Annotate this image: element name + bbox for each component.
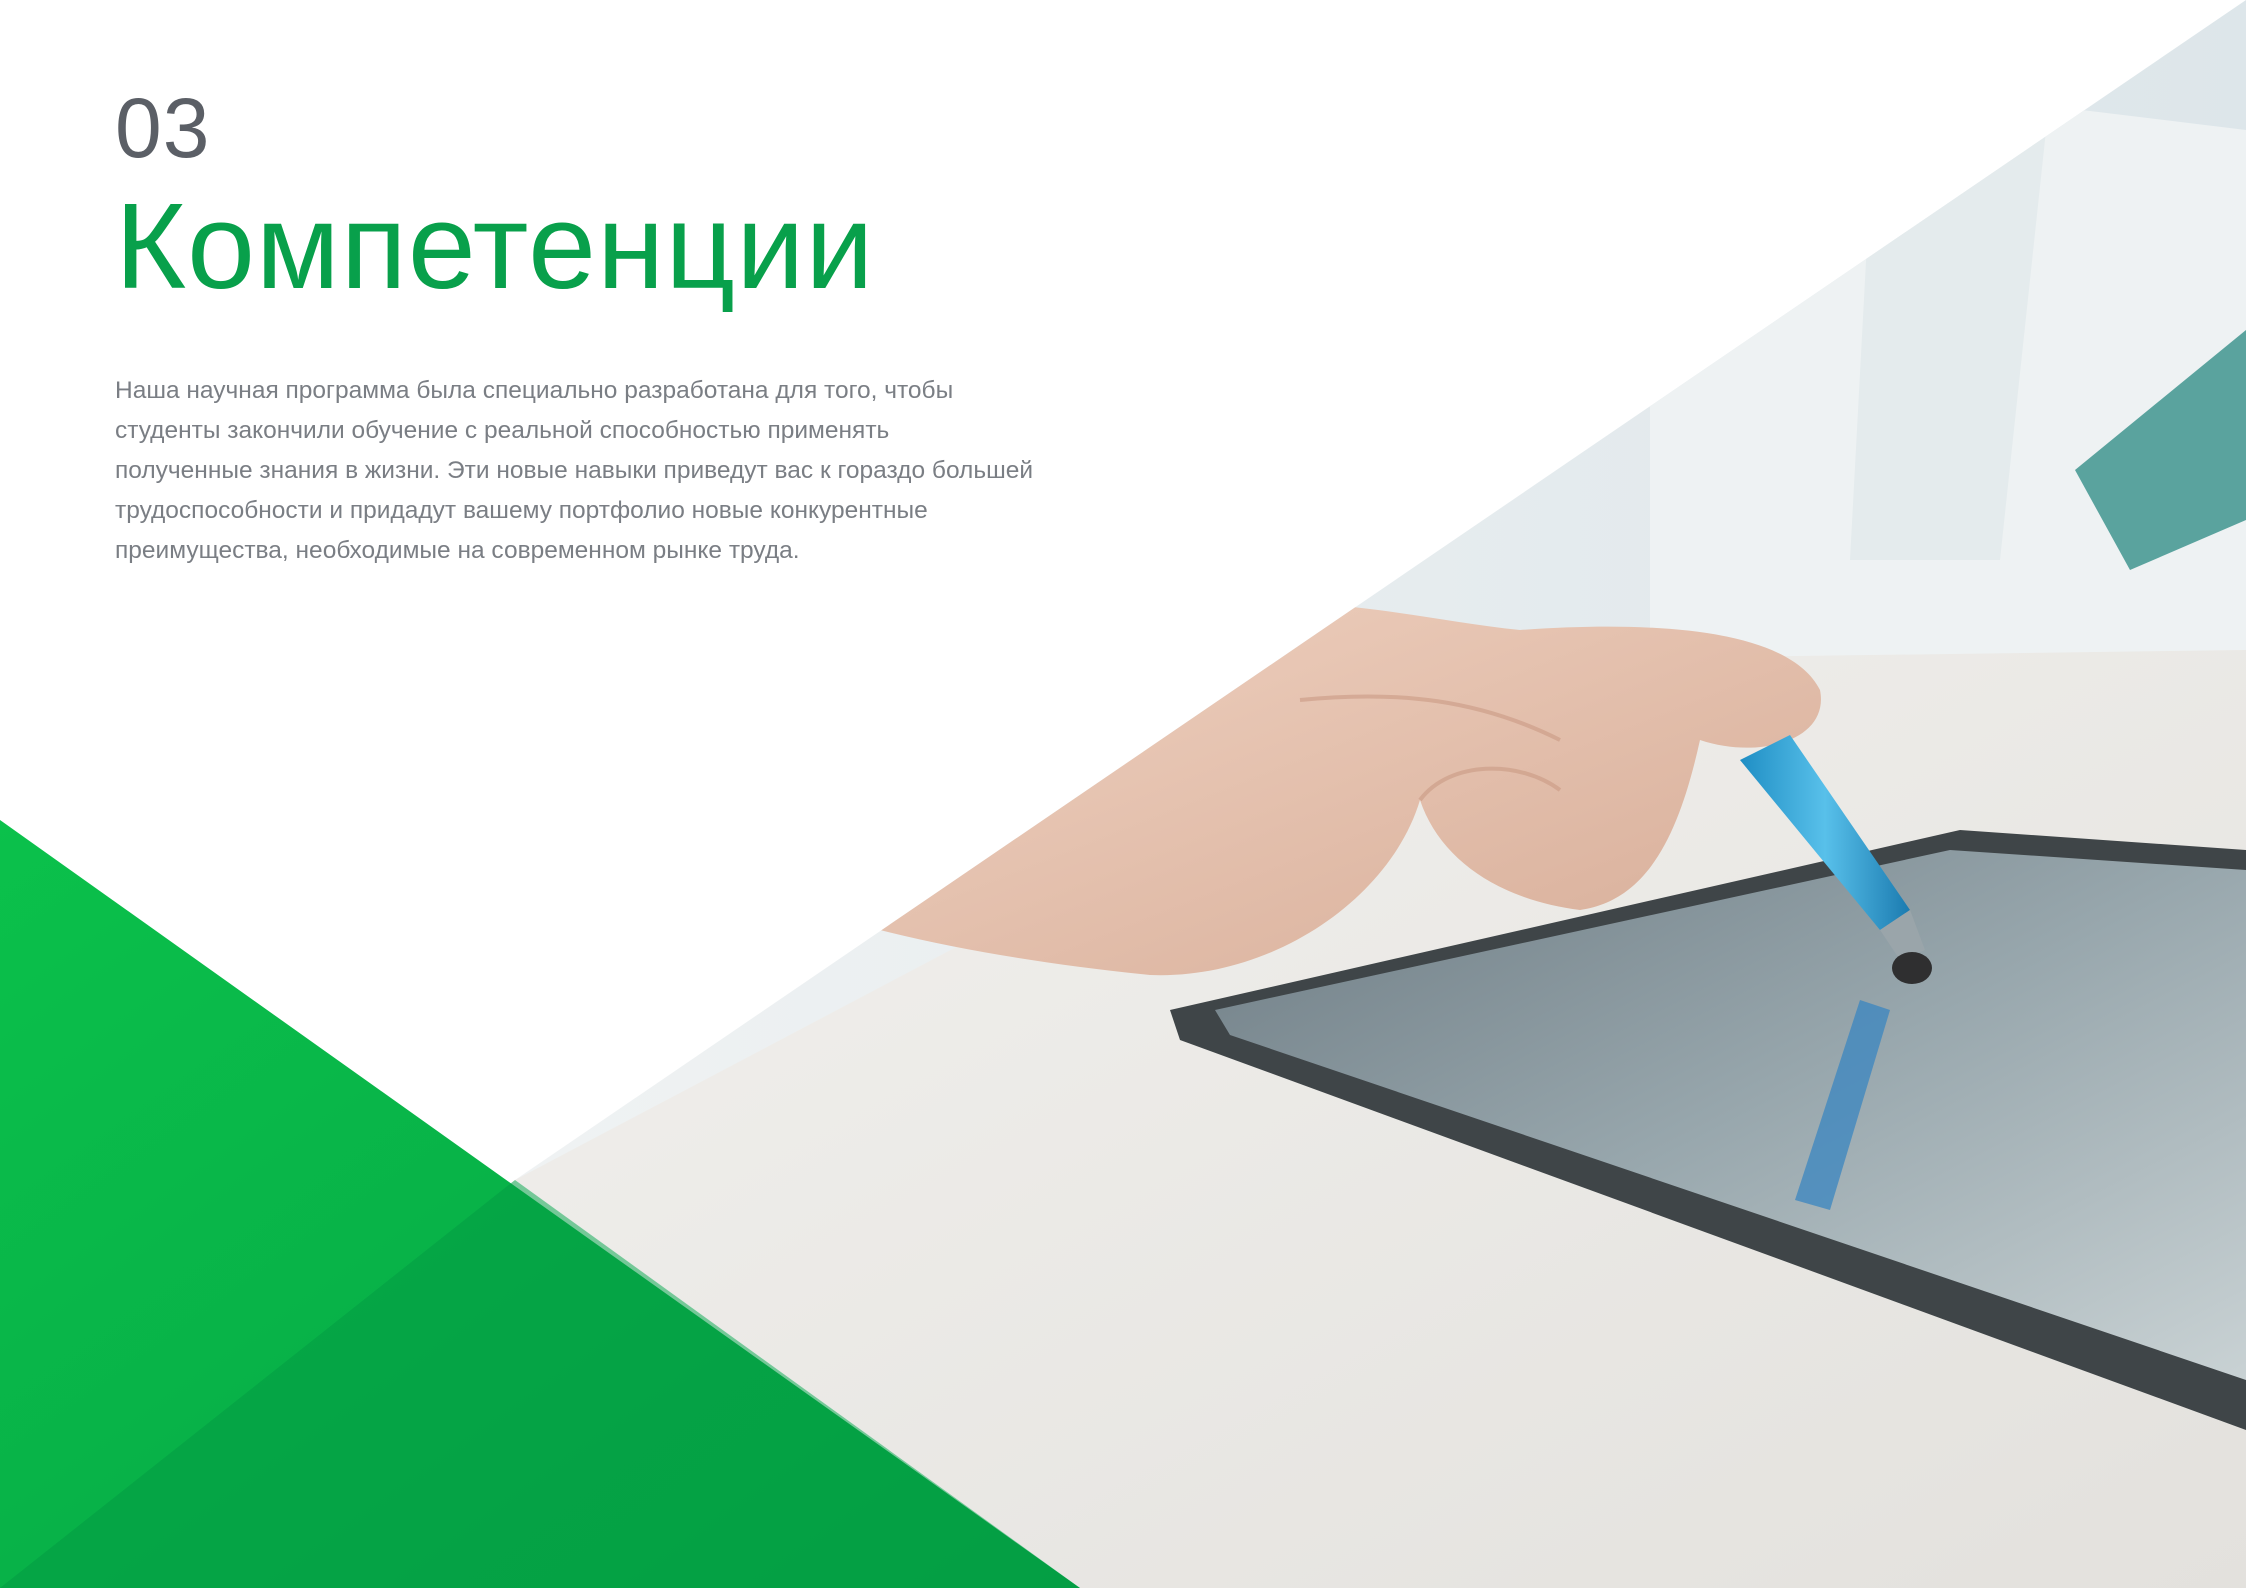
section-number: 03 xyxy=(115,81,211,175)
description-line: преимущества, необходимые на современном… xyxy=(115,537,800,564)
description-line: студенты закончили обучение с реальной с… xyxy=(115,417,890,444)
description-line: трудоспособности и придадут вашему портф… xyxy=(115,497,928,524)
description-line: полученные знания в жизни. Эти новые нав… xyxy=(115,457,1034,484)
intro-section: 03 Компетенции Наша научная программа бы… xyxy=(115,80,1115,571)
description-line: Наша научная программа была специально р… xyxy=(115,377,954,404)
section-title: Компетенции xyxy=(115,178,875,314)
section-description: Наша научная программа была специально р… xyxy=(115,371,1115,571)
